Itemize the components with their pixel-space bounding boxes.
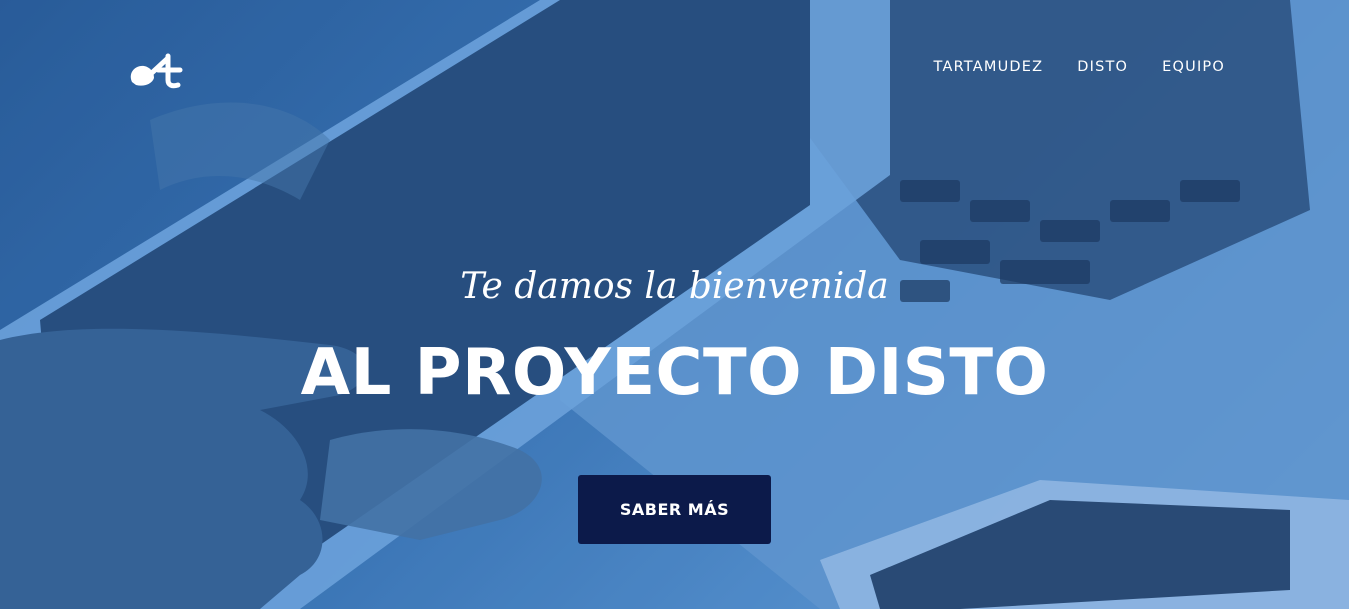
nav-item-tartamudez[interactable]: TARTAMUDEZ [934,59,1044,75]
main-nav: TARTAMUDEZ DISTO EQUIPO [934,59,1225,75]
saber-mas-button[interactable]: SABER MÁS [578,475,771,544]
hero-title: AL PROYECTO DISTO [300,336,1049,410]
hero-subtitle: Te damos la bienvenida [460,266,889,307]
nav-item-disto[interactable]: DISTO [1077,59,1128,75]
nav-item-equipo[interactable]: EQUIPO [1162,59,1225,75]
disto-logo-icon[interactable] [128,50,186,90]
hero-section: TARTAMUDEZ DISTO EQUIPO Te damos la bien… [0,0,1349,609]
